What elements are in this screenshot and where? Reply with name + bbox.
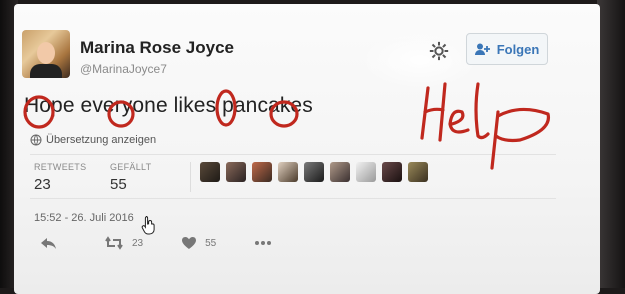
reply-icon xyxy=(41,238,56,249)
globe-icon xyxy=(30,134,42,146)
stat-separator xyxy=(190,162,191,192)
retweet-count: 23 xyxy=(132,237,144,249)
timestamp[interactable]: 15:52 - 26. Juli 2016 xyxy=(34,212,134,224)
reply-action[interactable] xyxy=(40,236,66,250)
action-bar: 23 55 xyxy=(40,236,318,250)
liker-avatar[interactable] xyxy=(356,162,376,182)
like-action[interactable]: 55 xyxy=(181,236,216,250)
retweet-icon xyxy=(105,236,123,250)
divider xyxy=(30,154,556,155)
like-count: 55 xyxy=(205,237,217,249)
likes-count: 55 xyxy=(110,176,127,193)
follow-button-label: Folgen xyxy=(496,41,540,57)
liker-avatar[interactable] xyxy=(408,162,428,182)
add-person-icon xyxy=(474,43,490,55)
likes-stat[interactable]: GEFÄLLT 55 xyxy=(110,162,151,193)
avatar-body xyxy=(30,64,62,78)
avatar[interactable] xyxy=(22,30,70,78)
display-name[interactable]: Marina Rose Joyce xyxy=(80,38,234,58)
heart-icon xyxy=(182,237,197,249)
hand-cursor-icon xyxy=(141,216,155,235)
liker-avatar[interactable] xyxy=(200,162,220,182)
retweets-label: RETWEETS xyxy=(34,162,87,172)
divider xyxy=(30,198,556,199)
liker-avatars xyxy=(200,162,434,182)
liker-avatar[interactable] xyxy=(252,162,272,182)
more-action[interactable] xyxy=(254,240,280,246)
likes-label: GEFÄLLT xyxy=(110,162,152,172)
follow-button[interactable]: Folgen xyxy=(466,33,548,65)
liker-avatar[interactable] xyxy=(278,162,298,182)
retweets-count: 23 xyxy=(34,176,51,193)
monitor-bezel-right xyxy=(597,0,625,288)
liker-avatar[interactable] xyxy=(330,162,350,182)
liker-avatar[interactable] xyxy=(226,162,246,182)
retweet-action[interactable]: 23 xyxy=(104,236,143,250)
tweet-text: Hope everyone likes pancakes xyxy=(24,94,313,117)
liker-avatar[interactable] xyxy=(304,162,324,182)
translate-link[interactable]: Übersetzung anzeigen xyxy=(30,134,156,146)
more-dots-icon xyxy=(255,241,272,245)
translate-label: Übersetzung anzeigen xyxy=(46,134,157,146)
retweets-stat[interactable]: RETWEETS 23 xyxy=(34,162,86,193)
liker-avatar[interactable] xyxy=(382,162,402,182)
gear-icon[interactable] xyxy=(428,40,450,62)
avatar-face xyxy=(37,42,55,64)
user-handle[interactable]: @MarinaJoyce7 xyxy=(80,62,167,76)
